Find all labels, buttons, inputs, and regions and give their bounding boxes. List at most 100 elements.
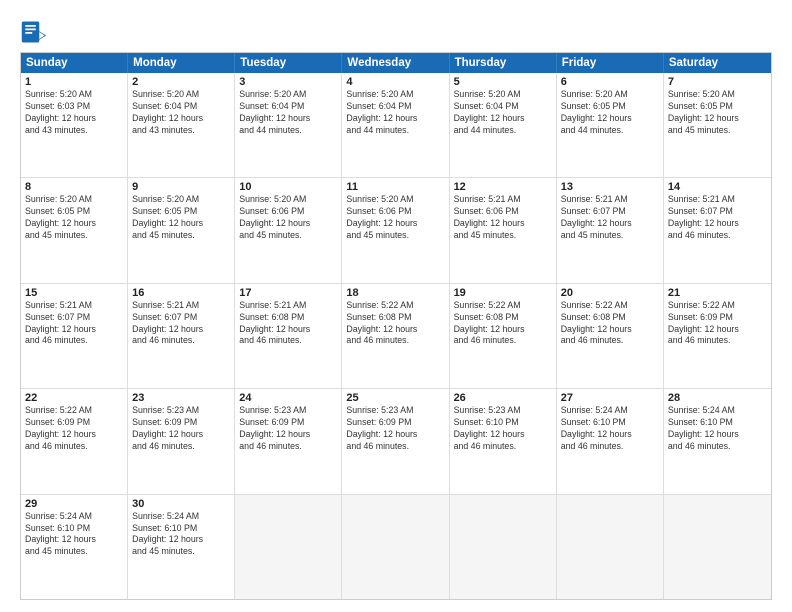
day-info: Sunrise: 5:20 AM Sunset: 6:04 PM Dayligh… — [239, 89, 337, 137]
calendar-row-2: 8Sunrise: 5:20 AM Sunset: 6:05 PM Daylig… — [21, 177, 771, 282]
day-number: 15 — [25, 287, 123, 299]
calendar-cell: 22Sunrise: 5:22 AM Sunset: 6:09 PM Dayli… — [21, 389, 128, 493]
day-info: Sunrise: 5:21 AM Sunset: 6:06 PM Dayligh… — [454, 194, 552, 242]
calendar-cell: 2Sunrise: 5:20 AM Sunset: 6:04 PM Daylig… — [128, 73, 235, 177]
calendar-cell: 23Sunrise: 5:23 AM Sunset: 6:09 PM Dayli… — [128, 389, 235, 493]
day-number: 21 — [668, 287, 767, 299]
calendar-cell: 11Sunrise: 5:20 AM Sunset: 6:06 PM Dayli… — [342, 178, 449, 282]
day-info: Sunrise: 5:24 AM Sunset: 6:10 PM Dayligh… — [25, 511, 123, 559]
calendar-cell: 13Sunrise: 5:21 AM Sunset: 6:07 PM Dayli… — [557, 178, 664, 282]
day-info: Sunrise: 5:22 AM Sunset: 6:08 PM Dayligh… — [561, 300, 659, 348]
calendar-row-4: 22Sunrise: 5:22 AM Sunset: 6:09 PM Dayli… — [21, 388, 771, 493]
day-number: 27 — [561, 392, 659, 404]
day-info: Sunrise: 5:20 AM Sunset: 6:05 PM Dayligh… — [561, 89, 659, 137]
calendar-cell: 3Sunrise: 5:20 AM Sunset: 6:04 PM Daylig… — [235, 73, 342, 177]
day-info: Sunrise: 5:21 AM Sunset: 6:07 PM Dayligh… — [25, 300, 123, 348]
day-number: 8 — [25, 181, 123, 193]
calendar-cell: 1Sunrise: 5:20 AM Sunset: 6:03 PM Daylig… — [21, 73, 128, 177]
day-info: Sunrise: 5:20 AM Sunset: 6:04 PM Dayligh… — [454, 89, 552, 137]
logo — [20, 18, 50, 46]
day-number: 17 — [239, 287, 337, 299]
day-number: 9 — [132, 181, 230, 193]
calendar-cell: 26Sunrise: 5:23 AM Sunset: 6:10 PM Dayli… — [450, 389, 557, 493]
header-day-wednesday: Wednesday — [342, 53, 449, 73]
day-info: Sunrise: 5:20 AM Sunset: 6:04 PM Dayligh… — [346, 89, 444, 137]
calendar-cell: 10Sunrise: 5:20 AM Sunset: 6:06 PM Dayli… — [235, 178, 342, 282]
day-info: Sunrise: 5:20 AM Sunset: 6:05 PM Dayligh… — [668, 89, 767, 137]
day-number: 30 — [132, 498, 230, 510]
day-info: Sunrise: 5:24 AM Sunset: 6:10 PM Dayligh… — [668, 405, 767, 453]
day-number: 4 — [346, 76, 444, 88]
calendar-header: SundayMondayTuesdayWednesdayThursdayFrid… — [21, 53, 771, 73]
day-number: 11 — [346, 181, 444, 193]
calendar-row-5: 29Sunrise: 5:24 AM Sunset: 6:10 PM Dayli… — [21, 494, 771, 599]
calendar-cell: 21Sunrise: 5:22 AM Sunset: 6:09 PM Dayli… — [664, 284, 771, 388]
day-number: 6 — [561, 76, 659, 88]
calendar-cell: 7Sunrise: 5:20 AM Sunset: 6:05 PM Daylig… — [664, 73, 771, 177]
calendar-cell — [342, 495, 449, 599]
header-day-monday: Monday — [128, 53, 235, 73]
day-number: 23 — [132, 392, 230, 404]
day-info: Sunrise: 5:24 AM Sunset: 6:10 PM Dayligh… — [561, 405, 659, 453]
day-number: 3 — [239, 76, 337, 88]
calendar-cell: 16Sunrise: 5:21 AM Sunset: 6:07 PM Dayli… — [128, 284, 235, 388]
day-info: Sunrise: 5:20 AM Sunset: 6:06 PM Dayligh… — [346, 194, 444, 242]
day-number: 7 — [668, 76, 767, 88]
calendar-cell — [450, 495, 557, 599]
day-info: Sunrise: 5:21 AM Sunset: 6:08 PM Dayligh… — [239, 300, 337, 348]
calendar-body: 1Sunrise: 5:20 AM Sunset: 6:03 PM Daylig… — [21, 73, 771, 599]
day-number: 20 — [561, 287, 659, 299]
day-number: 25 — [346, 392, 444, 404]
day-info: Sunrise: 5:22 AM Sunset: 6:09 PM Dayligh… — [668, 300, 767, 348]
day-number: 14 — [668, 181, 767, 193]
day-number: 16 — [132, 287, 230, 299]
calendar-cell: 28Sunrise: 5:24 AM Sunset: 6:10 PM Dayli… — [664, 389, 771, 493]
calendar-cell: 14Sunrise: 5:21 AM Sunset: 6:07 PM Dayli… — [664, 178, 771, 282]
day-info: Sunrise: 5:21 AM Sunset: 6:07 PM Dayligh… — [668, 194, 767, 242]
calendar-cell: 17Sunrise: 5:21 AM Sunset: 6:08 PM Dayli… — [235, 284, 342, 388]
calendar-cell: 12Sunrise: 5:21 AM Sunset: 6:06 PM Dayli… — [450, 178, 557, 282]
day-info: Sunrise: 5:22 AM Sunset: 6:09 PM Dayligh… — [25, 405, 123, 453]
day-number: 26 — [454, 392, 552, 404]
day-number: 1 — [25, 76, 123, 88]
header-day-thursday: Thursday — [450, 53, 557, 73]
day-info: Sunrise: 5:22 AM Sunset: 6:08 PM Dayligh… — [346, 300, 444, 348]
calendar-cell: 18Sunrise: 5:22 AM Sunset: 6:08 PM Dayli… — [342, 284, 449, 388]
day-number: 28 — [668, 392, 767, 404]
day-info: Sunrise: 5:23 AM Sunset: 6:09 PM Dayligh… — [132, 405, 230, 453]
day-number: 22 — [25, 392, 123, 404]
calendar-cell: 9Sunrise: 5:20 AM Sunset: 6:05 PM Daylig… — [128, 178, 235, 282]
day-number: 5 — [454, 76, 552, 88]
calendar-cell: 27Sunrise: 5:24 AM Sunset: 6:10 PM Dayli… — [557, 389, 664, 493]
day-number: 24 — [239, 392, 337, 404]
calendar: SundayMondayTuesdayWednesdayThursdayFrid… — [20, 52, 772, 600]
day-info: Sunrise: 5:20 AM Sunset: 6:05 PM Dayligh… — [25, 194, 123, 242]
calendar-cell: 8Sunrise: 5:20 AM Sunset: 6:05 PM Daylig… — [21, 178, 128, 282]
calendar-cell — [664, 495, 771, 599]
calendar-cell: 4Sunrise: 5:20 AM Sunset: 6:04 PM Daylig… — [342, 73, 449, 177]
calendar-cell — [557, 495, 664, 599]
day-info: Sunrise: 5:23 AM Sunset: 6:10 PM Dayligh… — [454, 405, 552, 453]
day-info: Sunrise: 5:20 AM Sunset: 6:04 PM Dayligh… — [132, 89, 230, 137]
calendar-cell: 15Sunrise: 5:21 AM Sunset: 6:07 PM Dayli… — [21, 284, 128, 388]
day-info: Sunrise: 5:20 AM Sunset: 6:06 PM Dayligh… — [239, 194, 337, 242]
day-info: Sunrise: 5:20 AM Sunset: 6:03 PM Dayligh… — [25, 89, 123, 137]
calendar-cell: 24Sunrise: 5:23 AM Sunset: 6:09 PM Dayli… — [235, 389, 342, 493]
calendar-cell: 6Sunrise: 5:20 AM Sunset: 6:05 PM Daylig… — [557, 73, 664, 177]
day-number: 19 — [454, 287, 552, 299]
day-info: Sunrise: 5:24 AM Sunset: 6:10 PM Dayligh… — [132, 511, 230, 559]
day-number: 29 — [25, 498, 123, 510]
day-info: Sunrise: 5:21 AM Sunset: 6:07 PM Dayligh… — [561, 194, 659, 242]
day-number: 10 — [239, 181, 337, 193]
calendar-cell: 25Sunrise: 5:23 AM Sunset: 6:09 PM Dayli… — [342, 389, 449, 493]
calendar-cell: 20Sunrise: 5:22 AM Sunset: 6:08 PM Dayli… — [557, 284, 664, 388]
calendar-cell — [235, 495, 342, 599]
day-number: 13 — [561, 181, 659, 193]
calendar-cell: 19Sunrise: 5:22 AM Sunset: 6:08 PM Dayli… — [450, 284, 557, 388]
day-number: 18 — [346, 287, 444, 299]
calendar-cell: 30Sunrise: 5:24 AM Sunset: 6:10 PM Dayli… — [128, 495, 235, 599]
day-info: Sunrise: 5:23 AM Sunset: 6:09 PM Dayligh… — [346, 405, 444, 453]
calendar-row-1: 1Sunrise: 5:20 AM Sunset: 6:03 PM Daylig… — [21, 73, 771, 177]
header-day-sunday: Sunday — [21, 53, 128, 73]
header-day-saturday: Saturday — [664, 53, 771, 73]
